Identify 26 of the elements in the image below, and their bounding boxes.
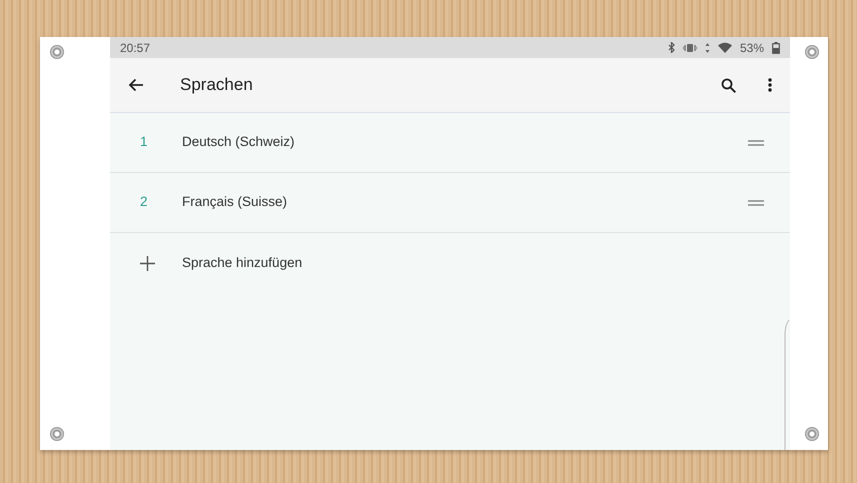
add-language-item[interactable]: Sprache hinzufügen: [110, 233, 790, 293]
language-rank: 1: [140, 133, 149, 152]
battery-percentage: 53%: [740, 40, 764, 56]
language-item[interactable]: 2 Français (Suisse): [110, 173, 790, 233]
language-item[interactable]: 1 Deutsch (Schweiz): [110, 113, 790, 173]
wifi-icon: [718, 42, 732, 53]
status-time: 20:57: [120, 40, 150, 56]
add-language-label: Sprache hinzufügen: [182, 254, 302, 272]
plus-icon: [140, 256, 155, 270]
vibrate-icon: [682, 42, 697, 52]
language-name: Deutsch (Schweiz): [182, 133, 295, 152]
bluetooth-icon: [668, 42, 675, 53]
screw-icon: [805, 427, 819, 441]
screw-icon: [50, 45, 64, 59]
screw-icon: [50, 427, 64, 441]
back-arrow-icon: [128, 78, 144, 92]
drag-handle-icon[interactable]: [748, 140, 764, 146]
search-icon: [721, 78, 736, 92]
language-rank: 2: [140, 193, 149, 212]
screw-icon: [805, 45, 819, 59]
battery-icon: [772, 42, 780, 54]
screen-title: Sprachen: [180, 74, 253, 96]
data-arrows-icon: [704, 42, 710, 52]
language-name: Français (Suisse): [182, 193, 288, 212]
more-options-icon: [768, 78, 772, 92]
drag-handle-icon[interactable]: [748, 200, 764, 206]
